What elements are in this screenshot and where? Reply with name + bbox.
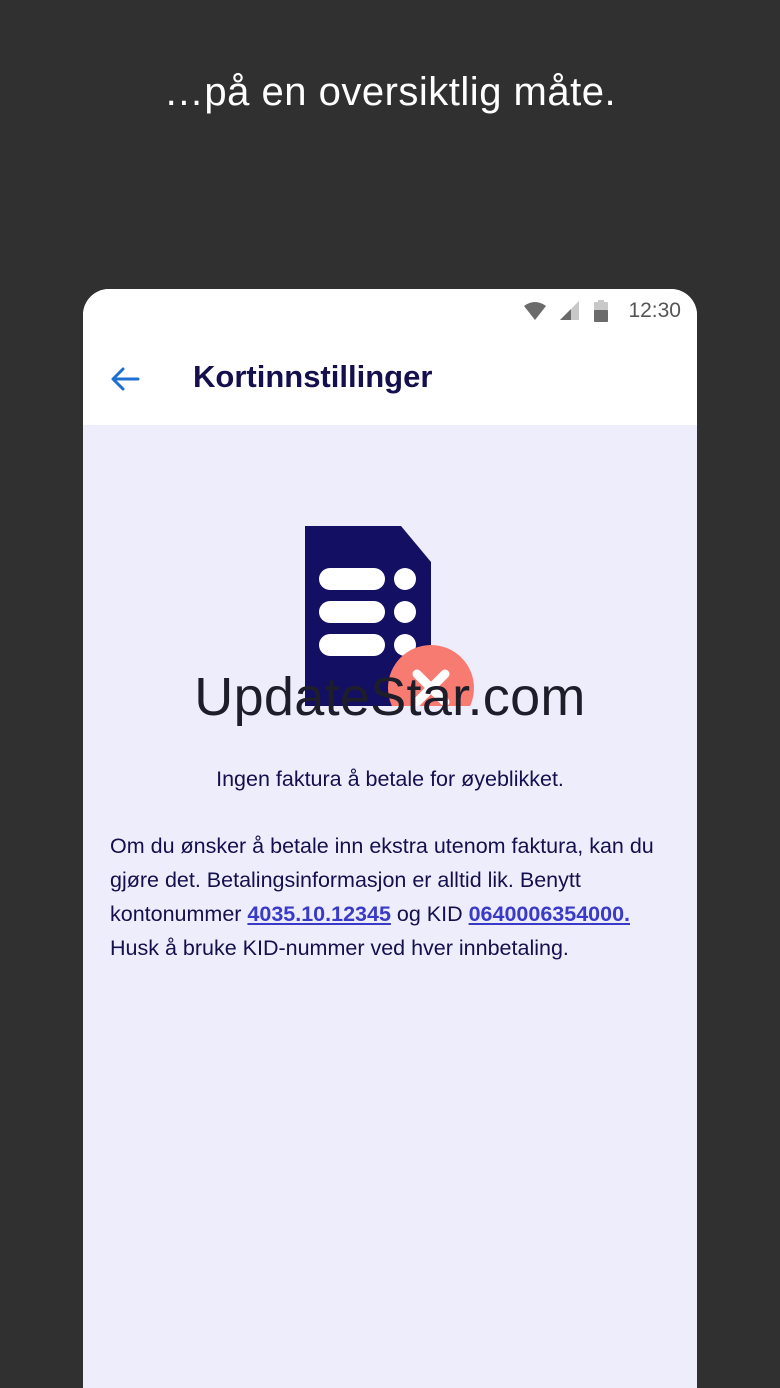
watermark: UpdateStar.com [194,667,586,727]
main-content: UpdateStar.com Ingen faktura å betale fo… [83,425,697,1388]
arrow-left-icon [111,367,140,391]
account-number-link[interactable]: 4035.10.12345 [247,902,390,926]
signal-icon [560,301,580,320]
empty-state-message: Ingen faktura å betale for øyeblikket. [216,767,564,791]
status-bar: 12:30 [83,289,697,333]
status-time: 12:30 [628,299,681,322]
battery-icon [594,300,609,322]
app-bar: Kortinnstillinger [83,333,697,425]
kid-number-link[interactable]: 0640006354000. [469,902,630,926]
promo-caption: …på en oversiktlig måte. [163,70,617,114]
info-text-part-3: Husk å bruke KID-nummer ved hver innbeta… [110,936,569,960]
page-title: Kortinnstillinger [193,359,433,394]
phone-screen: 12:30 Kortinnstillinger UpdateStar.com I… [83,289,697,1388]
payment-info-text: Om du ønsker å betale inn ekstra utenom … [110,829,670,965]
back-button[interactable] [101,355,149,403]
info-text-part-2: og KID [390,902,469,926]
wifi-icon [524,302,547,320]
status-icons: 12:30 [524,297,681,325]
